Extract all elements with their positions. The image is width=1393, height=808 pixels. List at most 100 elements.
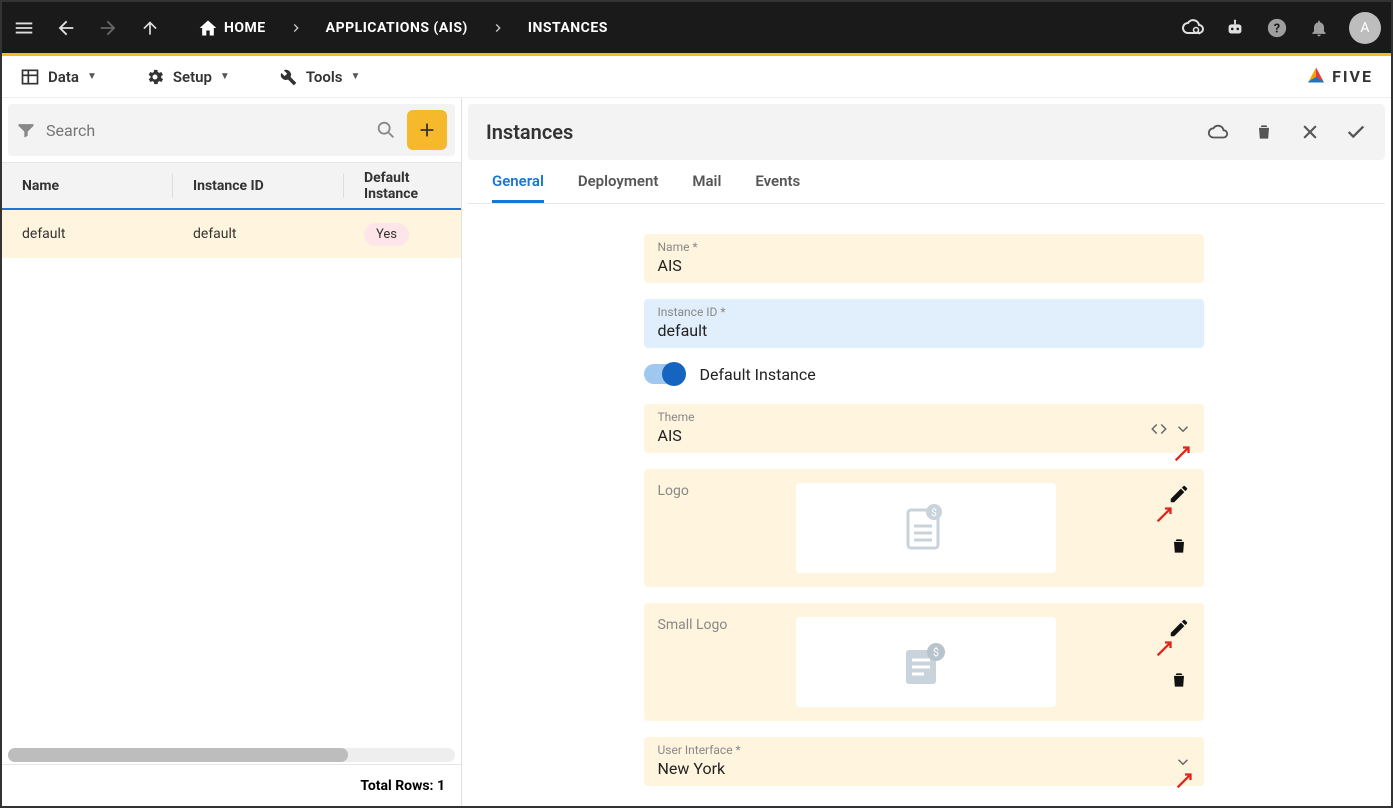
check-icon[interactable]: [1345, 121, 1367, 143]
cloud-find-icon[interactable]: [1181, 16, 1205, 40]
field-theme[interactable]: Theme AIS: [644, 404, 1204, 453]
chevron-right-icon: [288, 20, 304, 36]
default-instance-toggle[interactable]: [644, 364, 684, 384]
col-default-instance[interactable]: Default Instance: [364, 170, 441, 202]
field-theme-label: Theme: [658, 410, 1144, 424]
chevron-right-icon: [490, 20, 506, 36]
field-theme-value: AIS: [658, 426, 1144, 445]
panel-header: Instances: [468, 104, 1385, 160]
cloud-icon[interactable]: [1207, 121, 1229, 143]
avatar[interactable]: A: [1349, 12, 1381, 44]
field-name-label: Name *: [658, 240, 1190, 254]
toolbar-tools[interactable]: Tools ▼: [278, 67, 361, 87]
right-pane: Instances General Deployment Mail E: [462, 98, 1391, 806]
toolbar-data-label: Data: [48, 68, 79, 86]
field-name[interactable]: Name * AIS: [644, 234, 1204, 283]
small-logo-preview: $: [796, 617, 1056, 707]
caret-down-icon: ▼: [220, 71, 230, 82]
top-bar: HOME APPLICATIONS (AIS) INSTANCES ?: [2, 2, 1391, 56]
toolbar: Data ▼ Setup ▼ Tools ▼ FIVE: [2, 56, 1391, 98]
robot-icon[interactable]: [1223, 16, 1247, 40]
field-ui-label: User Interface *: [658, 743, 1164, 757]
crumb-home[interactable]: HOME: [198, 18, 266, 38]
tab-deployment[interactable]: Deployment: [578, 172, 659, 203]
logo-preview: $: [796, 483, 1056, 573]
search-input[interactable]: [46, 121, 365, 140]
annotation-arrow: [1172, 442, 1194, 464]
breadcrumb: HOME APPLICATIONS (AIS) INSTANCES: [198, 18, 608, 38]
field-name-value: AIS: [658, 256, 1190, 275]
toolbar-data[interactable]: Data ▼: [20, 67, 97, 87]
field-small-logo: Small Logo $: [644, 603, 1204, 721]
table-header: Name Instance ID Default Instance: [2, 162, 461, 210]
toolbar-tools-label: Tools: [306, 68, 343, 86]
horizontal-scrollbar[interactable]: [8, 748, 455, 762]
crumb-instances-label: INSTANCES: [528, 20, 608, 36]
toolbar-setup[interactable]: Setup ▼: [145, 67, 230, 87]
tabs: General Deployment Mail Events: [468, 160, 1385, 204]
bell-icon[interactable]: [1307, 16, 1331, 40]
tab-mail[interactable]: Mail: [692, 172, 721, 203]
col-name[interactable]: Name: [22, 178, 172, 194]
tab-general[interactable]: General: [492, 172, 544, 203]
brand-logo-icon: [1306, 67, 1326, 87]
annotation-arrow: [1174, 769, 1196, 791]
cell-name: default: [22, 226, 172, 242]
menu-icon[interactable]: [12, 16, 36, 40]
up-icon[interactable]: [138, 16, 162, 40]
trash-icon[interactable]: [1168, 535, 1190, 557]
panel-title: Instances: [486, 120, 573, 144]
col-divider: [172, 174, 173, 198]
cell-default: Yes: [364, 226, 441, 242]
search-row: [8, 104, 455, 156]
crumb-home-label: HOME: [224, 20, 266, 36]
nav-left: HOME APPLICATIONS (AIS) INSTANCES: [12, 16, 608, 40]
field-logo-label: Logo: [658, 483, 778, 499]
main-split: Name Instance ID Default Instance defaul…: [2, 98, 1391, 806]
field-ui-value: New York: [658, 759, 1164, 778]
form-scroll[interactable]: Name * AIS Instance ID * default Default…: [462, 204, 1385, 806]
cell-id: default: [193, 226, 343, 242]
forward-icon: [96, 16, 120, 40]
caret-down-icon: ▼: [87, 71, 97, 82]
crumb-instances[interactable]: INSTANCES: [528, 20, 608, 36]
svg-text:?: ?: [1274, 21, 1280, 36]
add-button[interactable]: [407, 110, 447, 150]
trash-icon[interactable]: [1253, 121, 1275, 143]
close-icon[interactable]: [1299, 121, 1321, 143]
back-icon[interactable]: [54, 16, 78, 40]
filter-icon[interactable]: [16, 120, 36, 140]
toggle-label: Default Instance: [700, 365, 816, 384]
caret-down-icon: ▼: [351, 71, 361, 82]
help-icon[interactable]: ?: [1265, 16, 1289, 40]
scrollbar-thumb[interactable]: [8, 748, 348, 762]
field-instance-id[interactable]: Instance ID * default: [644, 299, 1204, 348]
toolbar-setup-label: Setup: [173, 68, 212, 86]
panel-actions: [1207, 121, 1367, 143]
left-pane: Name Instance ID Default Instance defaul…: [2, 98, 462, 806]
total-rows: Total Rows: 1: [2, 764, 461, 806]
svg-text:$: $: [931, 506, 937, 519]
code-icon[interactable]: [1150, 420, 1168, 438]
edit-icon[interactable]: [1168, 483, 1190, 505]
chevron-down-icon[interactable]: [1174, 753, 1192, 771]
table-body: default default Yes: [2, 210, 461, 746]
table-row[interactable]: default default Yes: [2, 210, 461, 258]
avatar-initial: A: [1360, 20, 1369, 36]
tab-events[interactable]: Events: [755, 172, 800, 203]
yes-badge: Yes: [364, 223, 409, 246]
edit-icon[interactable]: [1168, 617, 1190, 639]
chevron-down-icon[interactable]: [1174, 420, 1192, 438]
field-logo: Logo $: [644, 469, 1204, 587]
brand: FIVE: [1306, 67, 1373, 87]
trash-icon[interactable]: [1168, 669, 1190, 691]
field-user-interface[interactable]: User Interface * New York: [644, 737, 1204, 786]
field-id-value: default: [658, 321, 1190, 340]
col-instance-id[interactable]: Instance ID: [193, 178, 343, 194]
search-icon[interactable]: [375, 119, 397, 141]
total-rows-label: Total Rows: 1: [360, 778, 445, 794]
brand-label: FIVE: [1332, 67, 1373, 86]
crumb-applications[interactable]: APPLICATIONS (AIS): [326, 20, 468, 36]
svg-text:$: $: [932, 646, 938, 659]
field-small-logo-label: Small Logo: [658, 617, 778, 633]
